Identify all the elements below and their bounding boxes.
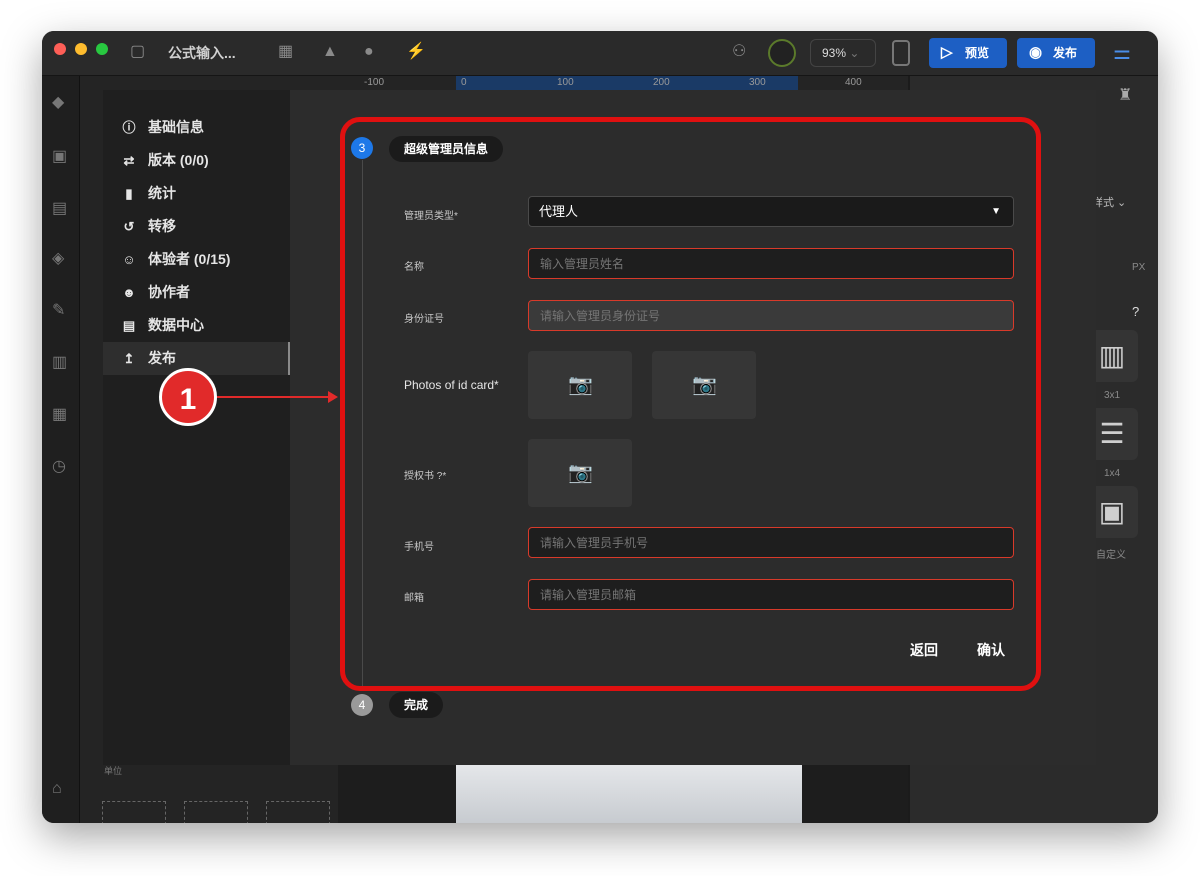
menu-item-data-center[interactable]: ▤ 数据中心 bbox=[103, 309, 290, 342]
transfer-icon: ↺ bbox=[123, 219, 135, 234]
unit-label: PX bbox=[1132, 262, 1146, 273]
menu-item-label: 数据中心 bbox=[148, 317, 204, 333]
menu-item-version[interactable]: ⇄ 版本 (0/0) bbox=[103, 144, 290, 177]
components-icon[interactable]: ▣ bbox=[52, 146, 67, 166]
menu-item-basic-info[interactable]: ⓘ 基础信息 bbox=[103, 111, 290, 144]
play-icon: ▷ bbox=[941, 44, 953, 61]
ruler-tick: 100 bbox=[557, 77, 574, 88]
menu-item-label: 协作者 bbox=[148, 284, 190, 300]
grid-icon[interactable]: ▦ bbox=[52, 404, 67, 424]
history-icon[interactable]: ◷ bbox=[52, 456, 66, 476]
menu-item-testers[interactable]: ☺ 体验者 (0/15) bbox=[103, 243, 290, 276]
chevron-down-icon: ⌄ bbox=[849, 46, 860, 60]
menu-item-label: 基础信息 bbox=[148, 119, 204, 135]
menu-item-label: 统计 bbox=[148, 185, 176, 201]
file-icon[interactable]: ▦ bbox=[278, 42, 293, 62]
highlight-frame bbox=[340, 117, 1041, 691]
style-dropdown[interactable]: 样式 ⌄ bbox=[1092, 194, 1126, 210]
help-icon[interactable]: ? bbox=[1132, 304, 1139, 319]
preview-label: 预览 bbox=[965, 46, 990, 60]
ruler-tick: -100 bbox=[364, 77, 385, 88]
collaborator-icon: ☻ bbox=[122, 285, 136, 300]
page-icon[interactable]: ▤ bbox=[52, 198, 67, 218]
info-icon: ⓘ bbox=[122, 120, 136, 135]
annotation-badge: 1 bbox=[159, 368, 217, 426]
cube-icon[interactable]: ◆ bbox=[52, 92, 64, 112]
annotation-arrow-head bbox=[328, 391, 338, 403]
step-4-title: 完成 bbox=[389, 692, 444, 718]
zoom-value: 93% bbox=[822, 46, 847, 60]
version-icon: ⇄ bbox=[123, 153, 135, 168]
layout-label: 1x4 bbox=[1104, 468, 1121, 479]
publish-button[interactable]: ◉ 发布 bbox=[1017, 38, 1095, 68]
settings-menu: ⓘ 基础信息 ⇄ 版本 (0/0) ▮ 统计 ↺ 转移 ☺ 体验者 (0/15) ☻ 协作者… bbox=[103, 90, 290, 765]
bottom-panel-label: 单位 bbox=[104, 766, 123, 776]
stats-icon: ▮ bbox=[125, 186, 133, 201]
layout-label: 自定义 bbox=[1096, 550, 1126, 561]
ruler-tick: 400 bbox=[845, 77, 862, 88]
device-preview-icon[interactable] bbox=[892, 40, 910, 66]
package-icon[interactable]: ♜ bbox=[1118, 86, 1132, 106]
menu-item-collaborators[interactable]: ☻ 协作者 bbox=[103, 276, 290, 309]
canvas-page[interactable] bbox=[456, 764, 802, 823]
sidebar-toggle-icon[interactable]: ▢ bbox=[130, 42, 145, 62]
zoom-select[interactable]: 93% ⌄ bbox=[810, 39, 876, 67]
layout-label: 3x1 bbox=[1104, 390, 1121, 401]
datacenter-icon: ▤ bbox=[122, 318, 136, 333]
menu-item-stats[interactable]: ▮ 统计 bbox=[103, 177, 290, 210]
document-title: 公式输入... bbox=[168, 45, 236, 61]
layers-icon[interactable]: ◈ bbox=[52, 248, 64, 268]
ruler-selection bbox=[456, 76, 798, 90]
component-tile[interactable] bbox=[266, 801, 330, 823]
menu-item-label: 发布 bbox=[148, 350, 176, 366]
template-icon[interactable]: ▥ bbox=[52, 352, 67, 372]
component-tile[interactable] bbox=[102, 801, 166, 823]
performance-gauge-icon[interactable] bbox=[768, 39, 796, 67]
minimize-window-button[interactable] bbox=[75, 43, 87, 55]
users-icon[interactable]: ⚇ bbox=[732, 42, 746, 62]
maximize-window-button[interactable] bbox=[96, 43, 108, 55]
menu-item-label: 转移 bbox=[148, 218, 176, 234]
annotation-arrow bbox=[217, 396, 331, 398]
preview-button[interactable]: ▷ 预览 bbox=[929, 38, 1007, 68]
ruler-tick: 200 bbox=[653, 77, 670, 88]
horizontal-ruler: -100 0 100 200 300 400 bbox=[338, 76, 908, 90]
menu-item-label: 版本 (0/0) bbox=[148, 152, 209, 168]
tester-icon: ☺ bbox=[122, 252, 136, 267]
eye-icon: ◉ bbox=[1029, 44, 1043, 61]
publish-label: 发布 bbox=[1053, 46, 1078, 60]
component-tile[interactable] bbox=[184, 801, 248, 823]
ruler-tick: 0 bbox=[461, 77, 467, 88]
settings-sliders-icon[interactable]: ⚌ bbox=[1110, 41, 1134, 65]
basket-icon[interactable]: ⌂ bbox=[52, 780, 62, 798]
publish-icon: ↥ bbox=[123, 351, 135, 366]
cloud-icon[interactable]: ● bbox=[364, 42, 374, 62]
ruler-tick: 300 bbox=[749, 77, 766, 88]
left-toolbar: ◆ ▣ ▤ ◈ ✎ ▥ ▦ ◷ ⌂ bbox=[42, 76, 80, 823]
menu-item-transfer[interactable]: ↺ 转移 bbox=[103, 210, 290, 243]
bolt-icon[interactable]: ⚡ bbox=[406, 42, 426, 62]
pin-icon[interactable]: ✎ bbox=[52, 300, 65, 320]
drive-icon[interactable]: ▲ bbox=[322, 42, 338, 62]
step-4-badge: 4 bbox=[351, 694, 373, 716]
close-window-button[interactable] bbox=[54, 43, 66, 55]
menu-item-label: 体验者 (0/15) bbox=[148, 251, 231, 267]
titlebar: ▢ 公式输入... ▦ ▲ ● ⚡ ⚇ 93% ⌄ ▷ 预览 ◉ 发布 ⚌ bbox=[42, 31, 1158, 76]
